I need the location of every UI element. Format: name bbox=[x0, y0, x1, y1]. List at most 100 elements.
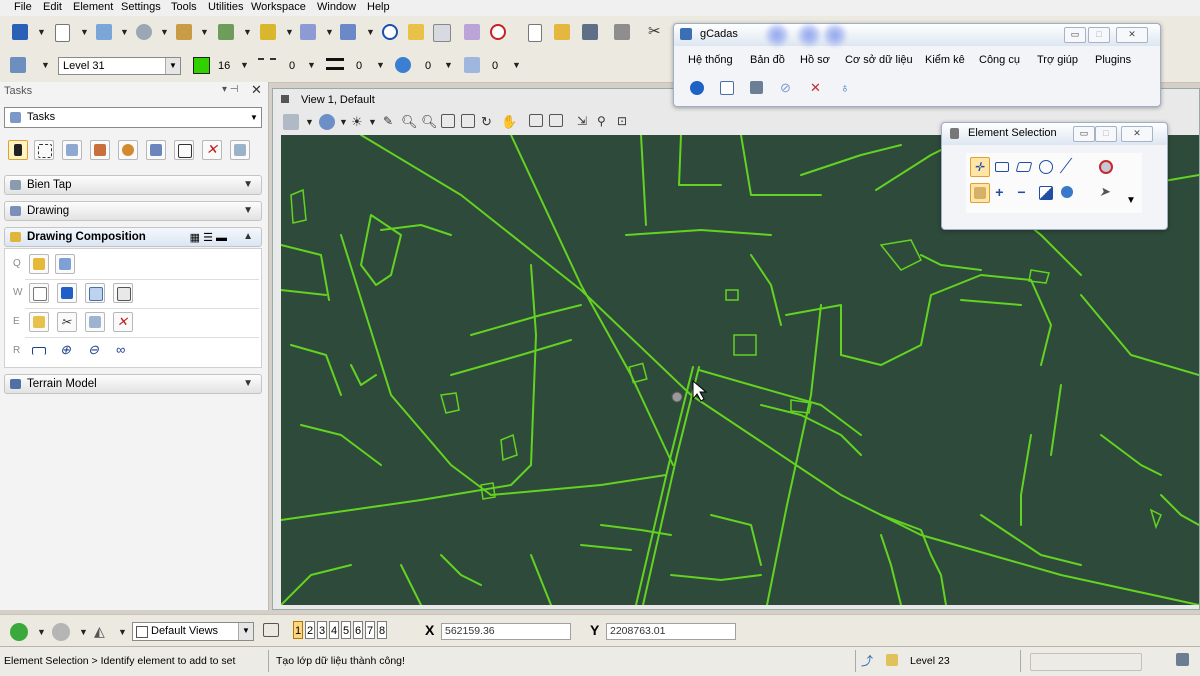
attach-tool[interactable] bbox=[29, 312, 49, 332]
view-4-button[interactable]: 4 bbox=[329, 621, 339, 639]
maximize-button[interactable]: □ bbox=[1095, 126, 1117, 142]
paint-tool[interactable] bbox=[118, 140, 138, 160]
view-3-button[interactable]: 3 bbox=[317, 621, 327, 639]
rotate-tool[interactable] bbox=[85, 312, 105, 332]
view-tool[interactable] bbox=[85, 283, 105, 303]
menu-element[interactable]: Element bbox=[73, 1, 113, 13]
pan-icon[interactable]: ✋ bbox=[501, 114, 517, 130]
connect-tool[interactable] bbox=[230, 140, 250, 160]
dropdown-arrow-icon[interactable]: ▼ bbox=[37, 627, 46, 637]
dropdown-arrow-icon[interactable]: ▼ bbox=[307, 60, 316, 70]
fence-tool[interactable] bbox=[34, 140, 54, 160]
save-status-icon[interactable] bbox=[1176, 653, 1189, 666]
dropdown-arrow-icon[interactable]: ▼ bbox=[120, 27, 129, 37]
location-icon[interactable]: ♁ bbox=[840, 81, 856, 97]
new-file-icon[interactable] bbox=[55, 24, 70, 42]
selection-pointer-tool[interactable]: ➤ bbox=[1096, 183, 1116, 203]
section-bien-tap[interactable]: Bien Tap ▼ bbox=[4, 175, 262, 195]
print-icon[interactable] bbox=[614, 24, 630, 40]
view-control-icon[interactable] bbox=[281, 95, 289, 103]
view-groups-dialog-icon[interactable] bbox=[263, 623, 279, 637]
snap-icon[interactable] bbox=[300, 24, 316, 40]
forward-arrow-icon[interactable] bbox=[52, 623, 70, 641]
view-mode-icons[interactable]: ▦ ☰ ▬ bbox=[190, 229, 227, 247]
more-options-arrow-icon[interactable]: ▼ bbox=[1126, 195, 1136, 206]
menu-utilities[interactable]: Utilities bbox=[208, 1, 243, 13]
detach-tool[interactable]: ✕ bbox=[113, 312, 133, 332]
dropdown-arrow-icon[interactable]: ▼ bbox=[37, 27, 46, 37]
grid-icon[interactable] bbox=[464, 24, 480, 40]
update-view-icon[interactable]: ✎ bbox=[383, 114, 399, 130]
view-8-button[interactable]: 8 bbox=[377, 621, 387, 639]
database-icon[interactable] bbox=[218, 24, 234, 40]
add-mode-tool[interactable]: + bbox=[992, 183, 1012, 203]
dropdown-arrow-icon[interactable]: ▼ bbox=[339, 117, 348, 127]
menu-tools[interactable]: Tools bbox=[171, 1, 197, 13]
model-tool[interactable] bbox=[57, 283, 77, 303]
view-next-icon[interactable] bbox=[549, 114, 563, 127]
rotate-view-icon[interactable]: ↻ bbox=[481, 114, 497, 130]
sheet-index-tool[interactable] bbox=[55, 254, 75, 274]
image-icon[interactable] bbox=[433, 24, 451, 42]
raster-icon[interactable] bbox=[176, 24, 192, 40]
levels-icon[interactable] bbox=[260, 24, 276, 40]
priority-icon[interactable] bbox=[464, 57, 480, 73]
minimize-button[interactable]: ▭ bbox=[1064, 27, 1086, 43]
snap-mode-icon[interactable]: ⤴ bbox=[861, 653, 877, 669]
view-7-button[interactable]: 7 bbox=[365, 621, 375, 639]
menu-edit[interactable]: Edit bbox=[43, 1, 62, 13]
models-icon[interactable] bbox=[96, 24, 112, 40]
minimize-button[interactable]: ▭ bbox=[1073, 126, 1095, 142]
border-tool[interactable] bbox=[113, 283, 133, 303]
create-sheet-tool[interactable] bbox=[29, 283, 49, 303]
clip-tool[interactable]: ✂ bbox=[57, 312, 77, 332]
dropdown-arrow-icon[interactable]: ▼ bbox=[118, 627, 127, 637]
clip-mask-icon[interactable]: ⚲ bbox=[597, 114, 613, 130]
new-icon[interactable] bbox=[528, 24, 542, 42]
fit-view-icon[interactable] bbox=[461, 114, 475, 128]
section-drawing[interactable]: Drawing ▼ bbox=[4, 201, 262, 221]
view-1-button[interactable]: 1 bbox=[293, 621, 303, 639]
x-coordinate-field[interactable]: 562159.36 bbox=[441, 623, 571, 640]
default-views-combo[interactable]: Default Views ▼ bbox=[132, 622, 254, 641]
link-tool[interactable]: ∞ bbox=[113, 341, 133, 361]
view-6-button[interactable]: 6 bbox=[353, 621, 363, 639]
color-swatch-icon[interactable] bbox=[193, 57, 210, 74]
camera-icon[interactable]: ⊡ bbox=[617, 114, 633, 130]
view-5-button[interactable]: 5 bbox=[341, 621, 351, 639]
dropdown-arrow-icon[interactable]: ▼ bbox=[240, 60, 249, 70]
dropdown-arrow-icon[interactable]: ▼ bbox=[243, 27, 252, 37]
display-style-icon[interactable] bbox=[319, 114, 335, 130]
window-area-icon[interactable] bbox=[441, 114, 455, 128]
section-drawing-composition[interactable]: Drawing Composition ▦ ☰ ▬ ▲ bbox=[4, 227, 262, 247]
circle-method-tool[interactable] bbox=[1036, 157, 1056, 177]
view-previous-icon[interactable] bbox=[529, 114, 543, 127]
block-method-tool[interactable] bbox=[992, 157, 1012, 177]
clip-volume-icon[interactable]: ⇲ bbox=[577, 114, 593, 130]
invert-mode-tool[interactable] bbox=[1036, 183, 1056, 203]
section-cut-tool[interactable]: ⊕ bbox=[57, 341, 77, 361]
dropdown-arrow-icon[interactable]: ▼ bbox=[80, 27, 89, 37]
gcadas-menu-tro-giup[interactable]: Trợ giúp bbox=[1037, 54, 1078, 66]
references-icon[interactable] bbox=[136, 24, 152, 40]
new-mode-tool[interactable] bbox=[970, 183, 990, 203]
no-entry-icon[interactable] bbox=[490, 24, 506, 40]
gcadas-menu-ban-do[interactable]: Bản đồ bbox=[750, 54, 785, 66]
open-folder-icon[interactable] bbox=[554, 24, 570, 40]
gcadas-menu-co-so-du-lieu[interactable]: Cơ sở dữ liệu bbox=[845, 54, 913, 66]
zoom-out-icon[interactable]: 🔍︎ bbox=[421, 114, 438, 130]
maximize-button[interactable]: □ bbox=[1088, 27, 1110, 43]
dropdown-arrow-icon[interactable]: ▼ bbox=[41, 60, 50, 70]
view-attributes-icon[interactable] bbox=[283, 114, 299, 130]
cut-icon[interactable]: ✂ bbox=[648, 24, 664, 40]
hide-icon[interactable]: ⊘ bbox=[780, 81, 796, 97]
shape-method-tool[interactable] bbox=[1014, 157, 1034, 177]
dropdown-arrow-icon[interactable]: ▼ bbox=[305, 117, 314, 127]
info-icon[interactable] bbox=[382, 24, 398, 40]
dropdown-arrow-icon[interactable]: ▼ bbox=[325, 27, 334, 37]
line-method-tool[interactable]: ╱ bbox=[1058, 157, 1078, 177]
accudraw-icon[interactable] bbox=[340, 24, 356, 40]
dropdown-arrow-icon[interactable]: ▼ bbox=[444, 60, 453, 70]
dropdown-arrow-icon[interactable]: ▼ bbox=[366, 27, 375, 37]
individual-method-tool[interactable]: ✛ bbox=[970, 157, 990, 177]
